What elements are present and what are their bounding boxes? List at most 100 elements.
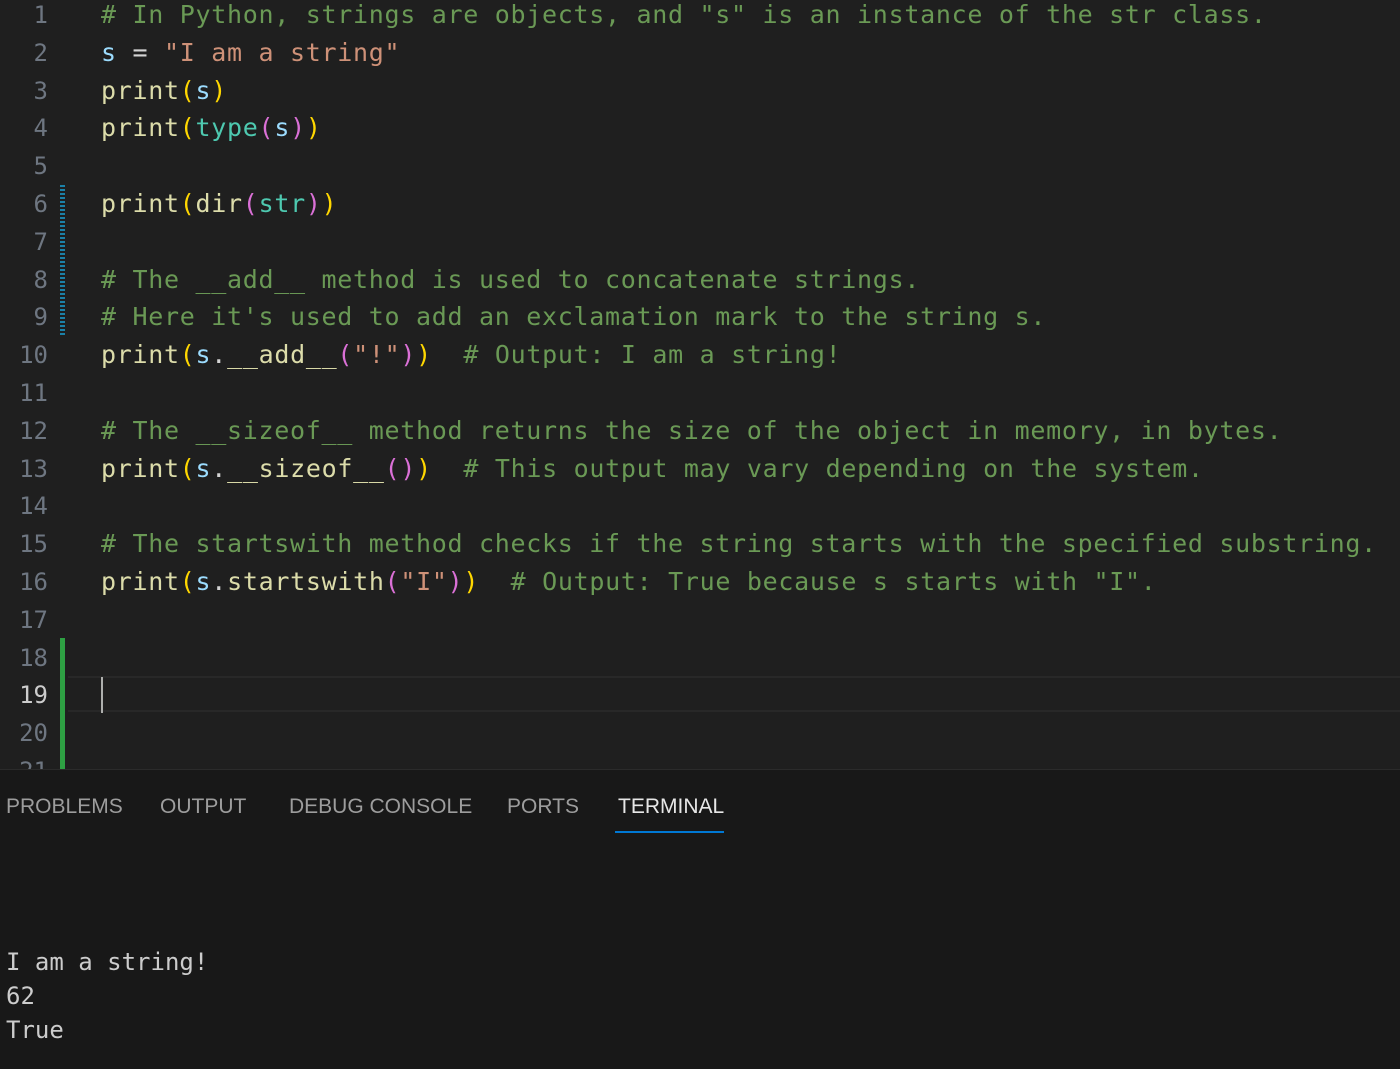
- code-token: ): [416, 453, 432, 483]
- line-number: 9: [33, 303, 48, 332]
- code-line[interactable]: 4 print(type(s)): [0, 113, 1400, 151]
- code-token: print: [101, 453, 180, 483]
- code-token: =: [116, 37, 165, 67]
- code-token: (: [337, 340, 354, 370]
- code-line[interactable]: 16 print(s.startswith("I")) # Output: Tru…: [0, 567, 1400, 605]
- code-line[interactable]: 9 # Here it's used to add an exclamation …: [0, 302, 1400, 340]
- code-line[interactable]: 18: [0, 643, 1400, 681]
- code-line[interactable]: 1 # In Python, strings are objects, and "…: [0, 0, 1400, 38]
- code-token: s: [195, 340, 212, 370]
- line-number: 16: [19, 568, 48, 596]
- code-token: (: [258, 113, 275, 143]
- code-line[interactable]: 12 # The __sizeof__ method returns the si…: [0, 416, 1400, 454]
- code-token: ): [416, 340, 432, 370]
- line-number: 1: [33, 1, 48, 29]
- code-line[interactable]: 21: [0, 756, 1400, 769]
- line-code: # The startswith method checks if the st…: [101, 529, 1377, 559]
- tab-terminal[interactable]: TERMINAL: [618, 795, 724, 819]
- code-line[interactable]: 3 print(s): [0, 76, 1400, 114]
- line-number: 7: [33, 227, 48, 256]
- code-line[interactable]: 2 s = "I am a string": [0, 38, 1400, 76]
- panel-tabs: PROBLEMS OUTPUT DEBUG CONSOLE PORTS TERM…: [0, 770, 1400, 840]
- code-line[interactable]: 13 print(s.__sizeof__()) # This output ma…: [0, 454, 1400, 492]
- code-token: ): [447, 567, 464, 596]
- code-token: print: [101, 567, 180, 596]
- code-token: s: [195, 75, 212, 105]
- code-line[interactable]: 7: [0, 227, 1400, 265]
- code-token: .: [211, 453, 228, 483]
- code-token: (: [179, 340, 196, 370]
- tab-ports[interactable]: PORTS: [507, 795, 579, 819]
- code-token: (: [179, 567, 196, 596]
- code-token: ): [290, 113, 306, 143]
- code-line[interactable]: 20: [0, 718, 1400, 756]
- line-number: 19: [19, 681, 48, 710]
- code-token: __add__: [227, 340, 338, 370]
- line-code: print(s.__sizeof__()) # This output may …: [101, 454, 1204, 484]
- tab-debug-console[interactable]: DEBUG CONSOLE: [289, 795, 472, 819]
- code-token: # In Python, strings are objects, and "s…: [101, 0, 1267, 29]
- text-cursor: [101, 677, 103, 713]
- line-number: 10: [19, 341, 48, 370]
- code-token: # Output: I am a string!: [463, 340, 842, 370]
- line-code: # In Python, strings are objects, and "s…: [101, 0, 1267, 30]
- code-token: (: [179, 453, 196, 483]
- line-number: 14: [19, 492, 48, 521]
- terminal-line: 62: [6, 982, 35, 1010]
- code-token: (: [384, 567, 401, 596]
- line-number: 6: [33, 190, 48, 218]
- active-tab-indicator: [615, 831, 724, 833]
- code-token: print: [101, 340, 180, 370]
- line-number: 11: [19, 379, 48, 407]
- line-code: # The __add__ method is used to concaten…: [101, 265, 920, 295]
- code-token: .: [211, 567, 228, 596]
- code-line[interactable]: 5: [0, 151, 1400, 189]
- code-line[interactable]: 11: [0, 378, 1400, 416]
- code-token: (: [179, 75, 196, 105]
- code-token: ): [463, 567, 480, 596]
- line-number: 2: [33, 38, 48, 67]
- code-token: dir: [195, 189, 243, 218]
- code-line[interactable]: 15 # The startswith method checks if the …: [0, 529, 1400, 567]
- terminal-line: True: [6, 1016, 64, 1044]
- code-line[interactable]: 14: [0, 491, 1400, 529]
- code-token: __sizeof__: [227, 453, 385, 483]
- code-token: ): [400, 453, 417, 483]
- code-token: type: [195, 113, 259, 143]
- code-token: "I am a string": [164, 37, 401, 67]
- code-editor[interactable]: 1 # In Python, strings are objects, and "…: [0, 0, 1400, 769]
- code-line[interactable]: 6 print(dir(str)): [0, 189, 1400, 227]
- line-number: 8: [33, 265, 48, 294]
- code-token: (: [179, 189, 196, 218]
- code-token: ): [211, 75, 228, 105]
- bottom-panel: PROBLEMS OUTPUT DEBUG CONSOLE PORTS TERM…: [0, 769, 1400, 1069]
- line-number: 13: [19, 454, 48, 483]
- code-token: s: [101, 37, 117, 67]
- line-number: 12: [19, 416, 48, 445]
- line-code: s = "I am a string": [101, 38, 400, 68]
- code-token: .: [211, 340, 228, 370]
- code-line[interactable]: 19: [0, 680, 1400, 718]
- code-line[interactable]: 17: [0, 605, 1400, 643]
- code-token: (: [242, 189, 259, 218]
- terminal-line: I am a string!: [6, 948, 209, 976]
- code-token: ): [400, 340, 417, 370]
- line-number: 15: [19, 530, 48, 559]
- tab-output[interactable]: OUTPUT: [160, 795, 246, 819]
- code-token: s: [195, 453, 212, 483]
- code-line[interactable]: 8 # The __add__ method is used to concate…: [0, 265, 1400, 303]
- code-token: str: [258, 189, 306, 218]
- code-token: s: [274, 113, 291, 143]
- code-token: # Here it's used to add an exclamation m…: [101, 302, 1047, 332]
- line-code: print(s.__add__("!")) # Output: I am a s…: [101, 340, 841, 370]
- code-token: s: [195, 567, 212, 596]
- code-token: startswith: [227, 567, 385, 596]
- tab-problems[interactable]: PROBLEMS: [6, 795, 123, 819]
- code-token: (: [384, 453, 401, 483]
- code-token: print: [101, 189, 180, 218]
- code-line[interactable]: 10 print(s.__add__("!")) # Output: I am a…: [0, 340, 1400, 378]
- code-token: print: [101, 75, 180, 105]
- line-number: 4: [33, 114, 48, 143]
